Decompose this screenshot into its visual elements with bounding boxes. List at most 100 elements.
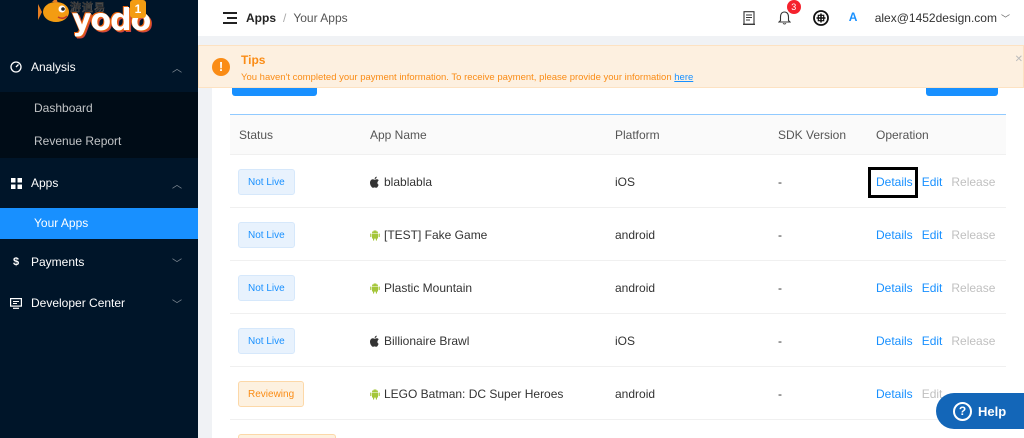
operation-cell: Details Edit Release xyxy=(876,155,995,208)
apple-icon xyxy=(369,176,384,188)
app-name: Billionaire Brawl xyxy=(384,333,470,348)
details-link[interactable]: Details xyxy=(876,387,913,401)
release-link[interactable]: Release xyxy=(951,175,995,189)
sidebar-item-your-apps[interactable]: Your Apps xyxy=(0,208,198,239)
app-name: [TEST] Fake Game xyxy=(384,227,488,242)
platform-label: iOS xyxy=(615,174,636,189)
sdk-version-cell: - xyxy=(778,155,782,208)
sdk-version-cell: - xyxy=(778,208,782,261)
status-cell: Not Live xyxy=(238,314,295,367)
platform-label: iOS xyxy=(615,333,636,348)
table-row: Reviewing LEGO Batman: DC Super Heroes and… xyxy=(230,367,1006,420)
edit-link[interactable]: Edit xyxy=(922,175,943,189)
menu-toggle-icon[interactable] xyxy=(223,12,237,24)
sidebar-item-dashboard[interactable]: Dashboard xyxy=(0,92,198,125)
apple-icon xyxy=(369,335,384,347)
chevron-down-icon: ﹀ xyxy=(172,299,182,311)
sdk-version: - xyxy=(778,174,782,189)
toolbar-right-button[interactable] xyxy=(926,88,998,96)
sidebar-group-label: Apps xyxy=(31,176,59,190)
release-link[interactable]: Release xyxy=(951,228,995,242)
operation-cell: Details Edit Release xyxy=(876,208,995,261)
release-link[interactable]: Release xyxy=(951,281,995,295)
bell-icon[interactable]: 3 xyxy=(777,0,801,26)
column-header-platform: Platform xyxy=(615,128,660,142)
edit-link[interactable]: Edit xyxy=(922,334,943,348)
sdk-version-cell: - xyxy=(778,261,782,314)
breadcrumb-root[interactable]: Apps xyxy=(246,11,276,25)
question-icon: ? xyxy=(953,401,972,421)
sidebar-group-developer-center[interactable]: Developer Center ﹀ xyxy=(0,282,198,324)
fish-mascot-icon xyxy=(38,0,69,22)
platform-label: android xyxy=(615,386,656,401)
sidebar-group-label: Developer Center xyxy=(31,296,126,310)
close-icon[interactable]: ✕ xyxy=(1015,54,1023,65)
sdk-version: - xyxy=(778,333,782,348)
help-button[interactable]: ? Help xyxy=(936,393,1024,429)
platform-label: android xyxy=(615,280,656,295)
app-name: Plastic Mountain xyxy=(384,280,473,295)
user-email[interactable]: alex@1452design.com xyxy=(875,11,997,25)
sdk-version-cell: - xyxy=(778,367,782,420)
header-actions: 3 A alex@1452design.com ﹀ xyxy=(741,0,1010,36)
table-header: Status App Name Platform SDK Version Ope… xyxy=(230,115,1006,155)
tips-link[interactable]: here xyxy=(674,72,693,83)
language-globe-icon[interactable] xyxy=(812,10,829,26)
android-icon xyxy=(369,282,384,294)
edit-link[interactable]: Edit xyxy=(922,281,943,295)
chevron-down-icon: ﹀ xyxy=(172,258,182,270)
android-icon xyxy=(369,388,384,400)
details-link[interactable]: Details xyxy=(876,281,913,295)
status-badge: Not Live xyxy=(238,327,295,354)
sdk-version: - xyxy=(778,280,782,295)
app-name-cell: LEGO Batman: DC Super Heroes xyxy=(369,367,563,420)
chevron-down-icon[interactable]: ﹀ xyxy=(1001,12,1010,25)
app-name-cell: Billionaire Brawl xyxy=(369,314,469,367)
platform-cell: iOS xyxy=(615,314,635,367)
brand-badge: 1 xyxy=(130,0,146,18)
app-name-cell: Plastic Mountain xyxy=(369,261,472,314)
details-link[interactable]: Details xyxy=(876,334,913,348)
tips-alert: ! Tips You haven't completed your paymen… xyxy=(198,45,1024,88)
sidebar-group-label: Analysis xyxy=(31,60,76,74)
tips-message: You haven't completed your payment infor… xyxy=(241,72,675,83)
sidebar-group-analysis[interactable]: Analysis ︿ xyxy=(0,42,198,92)
details-link[interactable]: Details xyxy=(876,175,913,189)
edit-link[interactable]: Edit xyxy=(922,228,943,242)
status-badge: Not Live xyxy=(238,221,295,248)
status-cell: Reviewing xyxy=(238,367,305,420)
apps-grid-icon xyxy=(9,176,23,190)
platform-cell: android xyxy=(615,208,655,261)
operation-cell: Details Edit Release xyxy=(876,314,995,367)
avatar[interactable]: A xyxy=(849,10,865,26)
table-row: Not Live [TEST] Fake Game android - Details E… xyxy=(230,208,1006,261)
chevron-up-icon: ︿ xyxy=(172,179,182,191)
developer-icon xyxy=(9,296,23,310)
sidebar-group-label: Payments xyxy=(31,255,85,269)
apps-table-card: Status App Name Platform SDK Version Ope… xyxy=(212,88,1024,438)
logo[interactable]: 游道易 yodo 1 xyxy=(0,0,198,36)
chevron-up-icon: ︿ xyxy=(172,63,182,75)
platform-label: android xyxy=(615,227,656,242)
table-row: Not Live Billionaire Brawl iOS - Details Edit… xyxy=(230,314,1006,367)
sdk-version: - xyxy=(778,227,782,242)
platform-cell: iOS xyxy=(615,155,635,208)
document-icon[interactable] xyxy=(741,10,757,26)
table-row: Not Live Plastic Mountain android - Details E… xyxy=(230,261,1006,314)
sidebar-group-payments[interactable]: $ Payments ﹀ xyxy=(0,242,198,282)
dollar-icon: $ xyxy=(12,256,20,268)
sidebar-group-apps[interactable]: Apps ︿ xyxy=(0,158,198,208)
table-row: Not Live blablabla iOS - Details Edit Release xyxy=(230,155,1006,208)
submenu-apps: Your Apps xyxy=(0,208,198,239)
sidebar-item-revenue-report[interactable]: Revenue Report xyxy=(0,125,198,158)
partial-status-tag xyxy=(238,434,336,438)
platform-cell: android xyxy=(615,367,655,420)
top-header: Apps / Your Apps 3 A alex@1452design.com… xyxy=(198,0,1024,36)
breadcrumb-current: Your Apps xyxy=(293,11,348,25)
add-app-button[interactable] xyxy=(232,88,317,96)
app-name-cell: [TEST] Fake Game xyxy=(369,208,487,261)
release-link[interactable]: Release xyxy=(951,334,995,348)
app-name: LEGO Batman: DC Super Heroes xyxy=(384,386,564,401)
details-link[interactable]: Details xyxy=(876,228,913,242)
dashboard-icon xyxy=(9,60,23,74)
